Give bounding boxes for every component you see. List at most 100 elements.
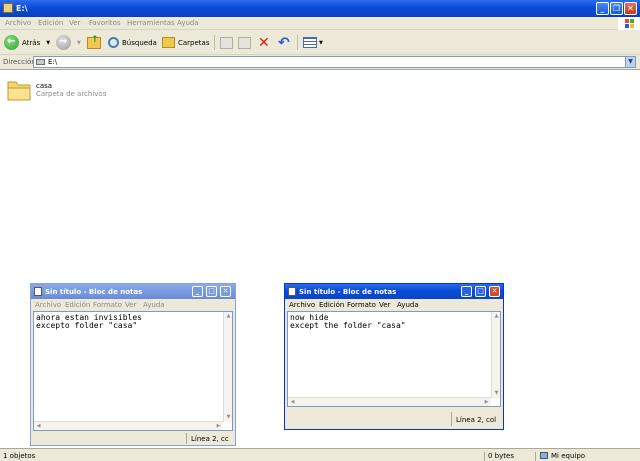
back-button[interactable]: ← Atrás ▼ <box>4 34 50 51</box>
address-dropdown-icon[interactable]: ▼ <box>625 57 635 67</box>
notepad1-menu-edicion[interactable]: Edición <box>65 301 90 309</box>
notepad1-titlebar: Sin título - Bloc de notas _ □ ✕ <box>31 284 235 299</box>
folder-name[interactable]: casa <box>36 82 52 90</box>
notepad2-maximize-button[interactable]: □ <box>475 286 486 297</box>
forward-button[interactable]: → ▼ <box>56 34 81 51</box>
scroll-down-icon[interactable]: ▼ <box>224 413 233 422</box>
window-title: E:\ <box>16 4 28 13</box>
computer-icon <box>540 452 548 459</box>
folder-type: Carpeta de archivos <box>36 90 107 98</box>
toolbar: ← Atrás ▼ → ▼ ↑ Búsqueda Carpetas ✕ ↶ ▼ <box>0 30 640 55</box>
minimize-button[interactable]: _ <box>596 2 609 15</box>
notepad-window-1: Sin título - Bloc de notas _ □ ✕ Archivo… <box>30 283 236 446</box>
notepad2-menu-bar: Archivo Edición Formato Ver Ayuda <box>285 299 503 311</box>
menu-ayuda[interactable]: Ayuda <box>177 19 199 27</box>
toolbar-separator <box>214 35 215 50</box>
menu-favoritos[interactable]: Favoritos <box>89 19 121 27</box>
notepad1-menu-ver[interactable]: Ver <box>125 301 136 309</box>
notepad1-close-button[interactable]: ✕ <box>220 286 231 297</box>
notepad1-title: Sin título - Bloc de notas <box>45 288 143 296</box>
copy-to-button[interactable] <box>238 34 251 51</box>
status-location: Mi equipo <box>551 452 586 460</box>
undo-button[interactable]: ↶ <box>278 34 290 51</box>
forward-dropdown-icon: ▼ <box>77 39 81 46</box>
scroll-right-icon[interactable]: ▶ <box>482 398 491 407</box>
notepad1-maximize-button[interactable]: □ <box>206 286 217 297</box>
notepad1-horizontal-scrollbar[interactable]: ◀ ▶ <box>34 421 223 430</box>
notepad2-menu-ver[interactable]: Ver <box>379 301 390 309</box>
explorer-titlebar: E:\ _ ❐ ✕ <box>0 0 640 17</box>
status-size: 0 bytes <box>488 452 514 460</box>
scroll-up-icon[interactable]: ▲ <box>224 312 233 321</box>
up-folder-button[interactable]: ↑ <box>87 34 101 51</box>
explorer-statusbar: 1 objetos 0 bytes Mi equipo <box>0 448 640 461</box>
notepad1-menu-bar: Archivo Edición Formato Ver Ayuda <box>31 299 235 311</box>
menu-edicion[interactable]: Edición <box>38 19 63 27</box>
menu-herramientas[interactable]: Herramientas <box>127 19 175 27</box>
views-dropdown-icon[interactable]: ▼ <box>319 40 323 46</box>
views-icon <box>303 37 317 48</box>
status-objects: 1 objetos <box>3 452 36 460</box>
notepad1-text-area[interactable]: ahora estan invisibles excepto folder "c… <box>33 311 233 431</box>
move-to-button[interactable] <box>220 34 233 51</box>
notepad2-minimize-button[interactable]: _ <box>461 286 472 297</box>
folder-item[interactable] <box>6 78 32 102</box>
drive-icon <box>36 59 45 65</box>
delete-button[interactable]: ✕ <box>258 34 270 51</box>
notepad2-status-text: Línea 2, col <box>456 416 497 424</box>
windows-logo-icon <box>618 17 640 30</box>
scroll-up-icon[interactable]: ▲ <box>492 312 501 321</box>
menu-bar: Archivo Edición Ver Favoritos Herramient… <box>0 17 640 30</box>
back-arrow-icon: ← <box>4 35 19 50</box>
notepad2-statusbar: Línea 2, col <box>285 410 503 429</box>
menu-archivo[interactable]: Archivo <box>5 19 31 27</box>
menu-ver[interactable]: Ver <box>69 19 80 27</box>
back-dropdown-icon[interactable]: ▼ <box>46 40 50 46</box>
notepad2-menu-formato[interactable]: Formato <box>347 301 376 309</box>
notepad1-minimize-button[interactable]: _ <box>192 286 203 297</box>
scroll-right-icon[interactable]: ▶ <box>214 422 223 431</box>
notepad2-horizontal-scrollbar[interactable]: ◀ ▶ <box>288 397 491 406</box>
delete-icon: ✕ <box>258 34 270 51</box>
drive-icon <box>3 3 13 13</box>
notepad2-menu-edicion[interactable]: Edición <box>319 301 344 309</box>
status-divider <box>484 452 485 461</box>
forward-arrow-icon: → <box>56 35 71 50</box>
status-divider <box>451 412 452 426</box>
search-button[interactable]: Búsqueda <box>108 34 157 51</box>
copy-to-icon <box>238 36 251 49</box>
move-to-icon <box>220 36 233 49</box>
maximize-button[interactable]: ❐ <box>610 2 623 15</box>
address-input[interactable]: E:\ ▼ <box>33 56 636 68</box>
notepad1-menu-ayuda[interactable]: Ayuda <box>143 301 165 309</box>
notepad1-vertical-scrollbar[interactable]: ▲ ▼ <box>223 312 232 422</box>
notepad2-menu-ayuda[interactable]: Ayuda <box>397 301 419 309</box>
folder-up-icon: ↑ <box>87 35 101 49</box>
notepad2-titlebar: Sin título - Bloc de notas _ □ ✕ <box>285 284 503 299</box>
notepad2-title: Sin título - Bloc de notas <box>299 288 397 296</box>
notepad2-menu-archivo[interactable]: Archivo <box>289 301 315 309</box>
notepad1-menu-formato[interactable]: Formato <box>93 301 122 309</box>
scroll-left-icon[interactable]: ◀ <box>34 422 43 431</box>
views-button[interactable]: ▼ <box>303 34 323 51</box>
scroll-down-icon[interactable]: ▼ <box>492 389 501 398</box>
notepad-window-2: Sin título - Bloc de notas _ □ ✕ Archivo… <box>284 283 504 430</box>
close-button[interactable]: ✕ <box>624 2 637 15</box>
notepad-icon <box>34 287 42 296</box>
notepad1-text: ahora estan invisibles excepto folder "c… <box>36 313 142 330</box>
search-icon <box>108 37 119 48</box>
folder-icon <box>7 81 31 101</box>
notepad1-status-text: Línea 2, cc <box>191 435 229 443</box>
notepad2-close-button[interactable]: ✕ <box>489 286 500 297</box>
notepad2-text-area[interactable]: now hide except the folder "casa" ▲ ▼ ◀ … <box>287 311 501 407</box>
scroll-left-icon[interactable]: ◀ <box>288 398 297 407</box>
folders-button[interactable]: Carpetas <box>162 34 210 51</box>
status-divider <box>535 452 536 461</box>
toolbar-separator <box>297 35 298 50</box>
address-bar: Dirección E:\ ▼ <box>0 55 640 70</box>
notepad2-vertical-scrollbar[interactable]: ▲ ▼ <box>491 312 500 398</box>
address-label: Dirección <box>3 58 36 66</box>
notepad1-statusbar: Línea 2, cc <box>31 432 235 445</box>
notepad1-menu-archivo[interactable]: Archivo <box>35 301 61 309</box>
folders-icon <box>162 37 175 48</box>
